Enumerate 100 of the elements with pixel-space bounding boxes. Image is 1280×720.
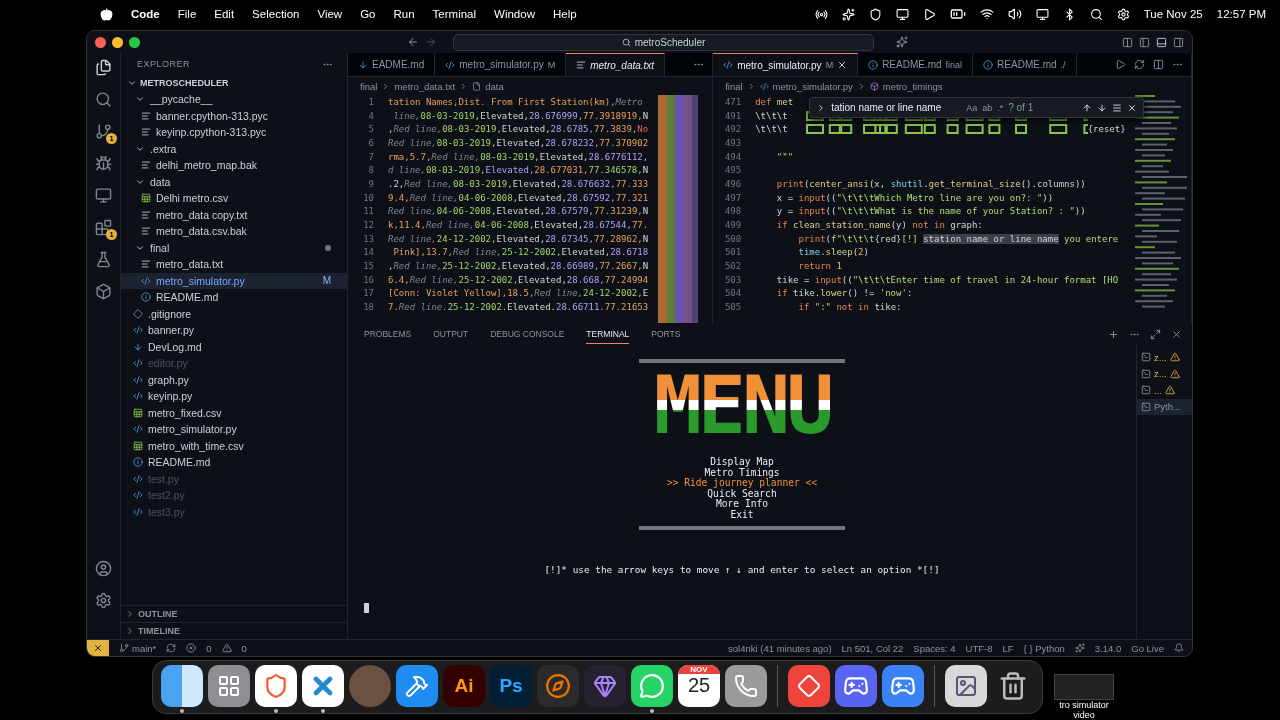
close-window-button[interactable] bbox=[95, 36, 106, 48]
file-tree-item[interactable]: banner.py bbox=[121, 322, 347, 339]
menu-item[interactable]: Run bbox=[393, 8, 415, 20]
sparkle-icon[interactable] bbox=[841, 7, 855, 21]
workspace-folder[interactable]: METROSCHEDULER bbox=[121, 75, 347, 91]
run-icon[interactable] bbox=[1115, 59, 1126, 70]
maximize-icon[interactable] bbox=[1150, 328, 1161, 340]
menu-item[interactable]: Selection bbox=[252, 8, 300, 20]
battery-icon[interactable] bbox=[949, 6, 966, 22]
indentation-status[interactable]: Spaces: 4 bbox=[913, 642, 956, 654]
screen-icon[interactable] bbox=[1035, 7, 1049, 21]
encoding-status[interactable]: UTF-8 bbox=[965, 642, 993, 654]
file-tree-item[interactable]: .extra bbox=[121, 140, 347, 157]
go-live-button[interactable]: Go Live bbox=[1131, 642, 1164, 654]
file-tree-item[interactable]: Delhi metro.csv bbox=[121, 190, 347, 207]
menu-item[interactable]: Help bbox=[552, 8, 577, 20]
close-icon[interactable] bbox=[1127, 102, 1138, 113]
box-icon[interactable] bbox=[95, 283, 112, 300]
gem-icon[interactable] bbox=[584, 665, 626, 707]
settings-icon[interactable] bbox=[95, 592, 112, 609]
python-version[interactable]: 3.14.0 bbox=[1094, 642, 1122, 654]
file-tree-item[interactable]: README.md bbox=[121, 289, 347, 306]
terminal-instance[interactable]: ... bbox=[1137, 382, 1192, 399]
file-tree-item[interactable]: data bbox=[121, 173, 347, 190]
compare-icon[interactable] bbox=[1134, 59, 1145, 70]
command-center-search[interactable]: metroScheduler bbox=[453, 33, 874, 51]
explorer-icon[interactable] bbox=[95, 59, 112, 76]
toggle-panel-icon[interactable] bbox=[1156, 36, 1167, 48]
control-center-icon[interactable] bbox=[1116, 7, 1130, 21]
breadcrumb-item[interactable]: data bbox=[485, 80, 504, 92]
copilot-icon[interactable] bbox=[1074, 643, 1085, 653]
terminal-instance[interactable]: z... bbox=[1137, 365, 1192, 382]
wifi-icon[interactable] bbox=[979, 7, 994, 21]
remote-indicator[interactable] bbox=[87, 639, 109, 656]
line-ending-status[interactable]: LF bbox=[1002, 642, 1014, 654]
notifications-icon[interactable] bbox=[1174, 643, 1184, 653]
close-icon[interactable] bbox=[1171, 328, 1182, 340]
file-tree-item[interactable]: metro_simulator.py M bbox=[121, 272, 347, 289]
file-tree-item[interactable]: graph.py bbox=[121, 371, 347, 388]
illustrator-app[interactable]: Ai bbox=[443, 665, 485, 707]
git-blame-status[interactable]: sol4nki (41 minutes ago) bbox=[728, 642, 832, 654]
volume-icon[interactable] bbox=[1007, 7, 1022, 21]
zoom-button[interactable] bbox=[129, 36, 140, 48]
file-tree-item[interactable]: .gitignore bbox=[121, 305, 347, 322]
source-control-icon[interactable] bbox=[95, 123, 112, 140]
language-mode[interactable]: { } Python bbox=[1023, 642, 1065, 654]
desktop-file-label[interactable]: tro simulator video bbox=[1049, 700, 1119, 720]
file-tree-item[interactable]: metro_data.csv.bak bbox=[121, 223, 347, 240]
terminal-menu-option[interactable]: Quick Search bbox=[707, 488, 777, 499]
breadcrumb-item[interactable]: metro_data.txt bbox=[394, 80, 456, 92]
previous-match-icon[interactable] bbox=[1082, 102, 1093, 113]
new-terminal-icon[interactable] bbox=[1108, 328, 1119, 340]
sync-icon[interactable] bbox=[166, 643, 177, 653]
file-tree-item[interactable]: metro_fixed.csv bbox=[121, 404, 347, 421]
warning-count[interactable]: 0 bbox=[241, 642, 247, 654]
file-tree-item[interactable]: banner.cpython-313.pyc bbox=[121, 107, 347, 124]
menu-item[interactable]: Go bbox=[360, 8, 376, 20]
file-tree-item[interactable]: README.md bbox=[121, 454, 347, 471]
menu-item[interactable]: Terminal bbox=[432, 8, 477, 20]
play-icon[interactable] bbox=[922, 7, 936, 21]
record-icon[interactable] bbox=[814, 7, 828, 21]
find-option[interactable]: .* bbox=[997, 102, 1004, 113]
terminal-instance[interactable]: Pyth... bbox=[1137, 398, 1192, 415]
find-in-selection-icon[interactable] bbox=[1112, 102, 1123, 113]
panel-tab[interactable]: DEBUG CONSOLE bbox=[490, 324, 565, 344]
account-icon[interactable] bbox=[95, 560, 112, 577]
breadcrumb-item[interactable]: final bbox=[725, 80, 743, 92]
extensions-icon[interactable] bbox=[95, 219, 112, 236]
breadcrumb-item[interactable]: metro_simulator.py bbox=[772, 80, 853, 92]
calendar-app[interactable]: NOV 25 bbox=[678, 665, 720, 707]
next-match-icon[interactable] bbox=[1097, 102, 1108, 113]
clock-date[interactable]: Tue Nov 25 bbox=[1143, 8, 1203, 20]
file-tree-item[interactable]: metro_with_time.csv bbox=[121, 437, 347, 454]
menu-item[interactable]: File bbox=[177, 8, 197, 20]
file-tree-item[interactable]: keyinp.cpython-313.pyc bbox=[121, 124, 347, 141]
toggle-sidebar-icon[interactable] bbox=[1139, 36, 1150, 48]
panel-tab[interactable]: PORTS bbox=[651, 324, 681, 344]
file-tree-item[interactable]: DevLog.md bbox=[121, 338, 347, 355]
terminal-menu-option[interactable]: More Info bbox=[716, 499, 768, 510]
menu-item[interactable]: Window bbox=[494, 8, 535, 20]
run-debug-icon[interactable] bbox=[95, 155, 112, 172]
find-option[interactable]: Aa bbox=[966, 102, 978, 113]
find-option[interactable]: ab bbox=[982, 102, 993, 113]
collapsed-section[interactable]: TIMELINE bbox=[121, 622, 347, 639]
image-icon[interactable] bbox=[945, 665, 987, 707]
chat-bubble-icon[interactable] bbox=[631, 665, 673, 707]
error-count[interactable]: 0 bbox=[206, 642, 212, 654]
panel-tab[interactable]: PROBLEMS bbox=[364, 324, 412, 344]
launchpad-icon[interactable] bbox=[208, 665, 250, 707]
toggle-secondary-sidebar-icon[interactable] bbox=[1173, 36, 1184, 48]
file-tree-item[interactable]: metro_simulator.py bbox=[121, 421, 347, 438]
copilot-icon[interactable] bbox=[896, 36, 908, 48]
file-tree-item[interactable]: metro_data.txt bbox=[121, 256, 347, 273]
file-tree-item[interactable]: __pycache__ bbox=[121, 91, 347, 108]
file-tree-item[interactable]: final bbox=[121, 239, 347, 256]
menu-item[interactable]: View bbox=[317, 8, 343, 20]
close-icon[interactable] bbox=[837, 60, 848, 70]
editor-tab[interactable]: metro_data.txt bbox=[566, 53, 666, 76]
file-tree-item[interactable]: metro_data copy.txt bbox=[121, 206, 347, 223]
terminal-menu-option[interactable]: Metro Timings bbox=[704, 467, 780, 478]
